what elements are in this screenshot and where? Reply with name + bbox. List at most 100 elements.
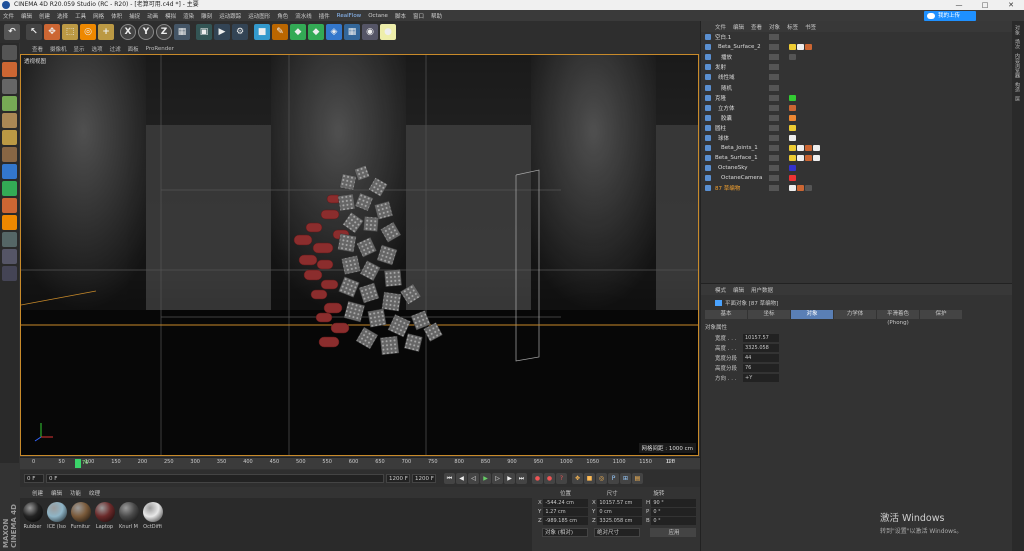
menu-item-3[interactable]: 选择 (57, 12, 68, 20)
menu-item-18[interactable]: Octane (368, 13, 388, 19)
menu-item-14[interactable]: 角色 (277, 12, 288, 20)
visibility-toggle[interactable] (769, 155, 779, 162)
move-icon[interactable]: ✥ (44, 24, 60, 40)
material-menu-item-3[interactable]: 纹理 (89, 489, 100, 497)
mode-texture-icon[interactable] (2, 79, 17, 94)
object-row[interactable]: 发射 (701, 62, 1012, 72)
visibility-toggle[interactable] (769, 64, 779, 71)
menu-item-10[interactable]: 渲染 (183, 12, 194, 20)
object-row[interactable]: 空白.1 (701, 32, 1012, 42)
viewport-menu-item-1[interactable]: 摄像机 (50, 45, 67, 53)
material-item[interactable]: Laptop (93, 502, 116, 530)
material-item[interactable]: ICE (Iso (45, 502, 68, 530)
mode-points-icon[interactable] (2, 96, 17, 111)
max-frame-field[interactable]: 1200 F (386, 474, 410, 483)
attribute-tab[interactable]: 力学体 (834, 310, 876, 319)
visibility-toggle[interactable] (769, 34, 779, 41)
coord-value-field[interactable]: -989.185 cm (543, 516, 588, 525)
subdivide-icon[interactable]: ◆ (290, 24, 306, 40)
property-value-field[interactable]: 3325.058 (743, 344, 779, 352)
property-value-field[interactable]: 10157.57 (743, 334, 779, 342)
play-icon[interactable]: ▶ (480, 473, 491, 484)
viewport[interactable]: 透视视图 网格间距 : 1000 cm (20, 54, 699, 456)
coord-mode-select[interactable]: 对象 (相对) (542, 528, 588, 537)
attribute-menu-item-1[interactable]: 编辑 (733, 286, 744, 294)
visibility-toggle[interactable] (769, 175, 779, 182)
maximize-button[interactable]: □ (972, 0, 998, 10)
menu-item-1[interactable]: 编辑 (21, 12, 32, 20)
object-row[interactable]: 圆柱 (701, 123, 1012, 133)
keyframe-icon[interactable]: ? (556, 473, 567, 484)
render-settings-icon[interactable]: ⚙ (232, 24, 248, 40)
menu-item-11[interactable]: 雕刻 (201, 12, 212, 20)
mode-polygons-icon[interactable] (2, 130, 17, 145)
viewport-menu-item-6[interactable]: ProRender (146, 46, 174, 52)
material-menu-item-2[interactable]: 功能 (70, 489, 81, 497)
object-row[interactable]: 立方体 (701, 103, 1012, 113)
visibility-toggle[interactable] (769, 104, 779, 111)
undo-icon[interactable]: ↶ (4, 24, 20, 40)
viewport-menu-item-5[interactable]: 面板 (128, 45, 139, 53)
minimize-button[interactable]: — (946, 0, 972, 10)
solo-icon[interactable] (2, 249, 17, 264)
menu-item-21[interactable]: 帮助 (431, 12, 442, 20)
object-row[interactable]: 87 草编物 (701, 183, 1012, 193)
visibility-toggle[interactable] (769, 124, 779, 131)
object-row[interactable]: 随机 (701, 82, 1012, 92)
menu-item-15[interactable]: 流水线 (295, 12, 312, 20)
min-frame-field[interactable]: 0 F (46, 474, 384, 483)
material-menu-item-1[interactable]: 编辑 (51, 489, 62, 497)
menu-item-16[interactable]: 插件 (319, 12, 330, 20)
material-item[interactable]: OctDiffi (141, 502, 164, 530)
object-row[interactable]: 克隆 (701, 93, 1012, 103)
object-menu-item-0[interactable]: 文件 (715, 23, 726, 31)
record-icon[interactable]: ● (532, 473, 543, 484)
property-value-field[interactable]: 44 (743, 354, 779, 362)
visibility-toggle[interactable] (769, 44, 779, 51)
cube-icon[interactable]: ■ (254, 24, 270, 40)
x-axis-icon[interactable]: X (120, 24, 136, 40)
material-item[interactable]: Knurl M (117, 502, 140, 530)
scale-key-icon[interactable]: ■ (584, 473, 595, 484)
visibility-toggle[interactable] (769, 165, 779, 172)
autokey-icon[interactable]: ● (544, 473, 555, 484)
menu-item-8[interactable]: 动画 (147, 12, 158, 20)
material-item[interactable]: Rubber (21, 502, 44, 530)
move-key-icon[interactable]: ✥ (572, 473, 583, 484)
tweak-icon[interactable] (2, 164, 17, 179)
right-tab-2[interactable]: 内容浏览器 (1014, 53, 1021, 78)
render-view-icon[interactable]: ▣ (196, 24, 212, 40)
layer-icon[interactable] (2, 266, 17, 281)
object-row[interactable]: OctaneCamera (701, 173, 1012, 183)
viewport-menu-item-3[interactable]: 选项 (92, 45, 103, 53)
object-row[interactable]: Beta_Joints_1 (701, 143, 1012, 153)
camera-icon[interactable]: ◉ (362, 24, 378, 40)
visibility-toggle[interactable] (769, 134, 779, 141)
object-row[interactable]: 胶囊 (701, 113, 1012, 123)
axis-mode-icon[interactable] (2, 147, 17, 162)
object-menu-item-3[interactable]: 对象 (769, 23, 780, 31)
goto-end-icon[interactable]: ⏭ (516, 473, 527, 484)
add-icon[interactable]: + (98, 24, 114, 40)
object-row[interactable]: 球体 (701, 133, 1012, 143)
object-row[interactable]: Beta_Surface_2 (701, 42, 1012, 52)
mode-model-icon[interactable] (2, 45, 17, 60)
coord-value-field[interactable]: 90 ° (651, 498, 696, 507)
z-axis-icon[interactable]: Z (156, 24, 172, 40)
end-frame-field[interactable]: 1200 F (412, 474, 436, 483)
material-menu-item-0[interactable]: 创建 (32, 489, 43, 497)
attribute-tab[interactable]: 坐标 (748, 310, 790, 319)
visibility-toggle[interactable] (769, 185, 779, 192)
pen-icon[interactable]: ✎ (272, 24, 288, 40)
coord-value-field[interactable]: 10157.57 cm (597, 498, 642, 507)
attribute-tab[interactable]: 基本 (705, 310, 747, 319)
object-menu-item-1[interactable]: 编辑 (733, 23, 744, 31)
prev-key-icon[interactable]: ◀ (456, 473, 467, 484)
menu-item-17[interactable]: RealFlow (337, 13, 361, 19)
grid-icon[interactable] (2, 232, 17, 247)
array-icon[interactable]: ◆ (308, 24, 324, 40)
right-tab-3[interactable]: 构造 (1014, 82, 1021, 92)
visibility-toggle[interactable] (769, 114, 779, 121)
object-row[interactable]: OctaneSky (701, 163, 1012, 173)
object-row[interactable]: 播放 (701, 52, 1012, 62)
